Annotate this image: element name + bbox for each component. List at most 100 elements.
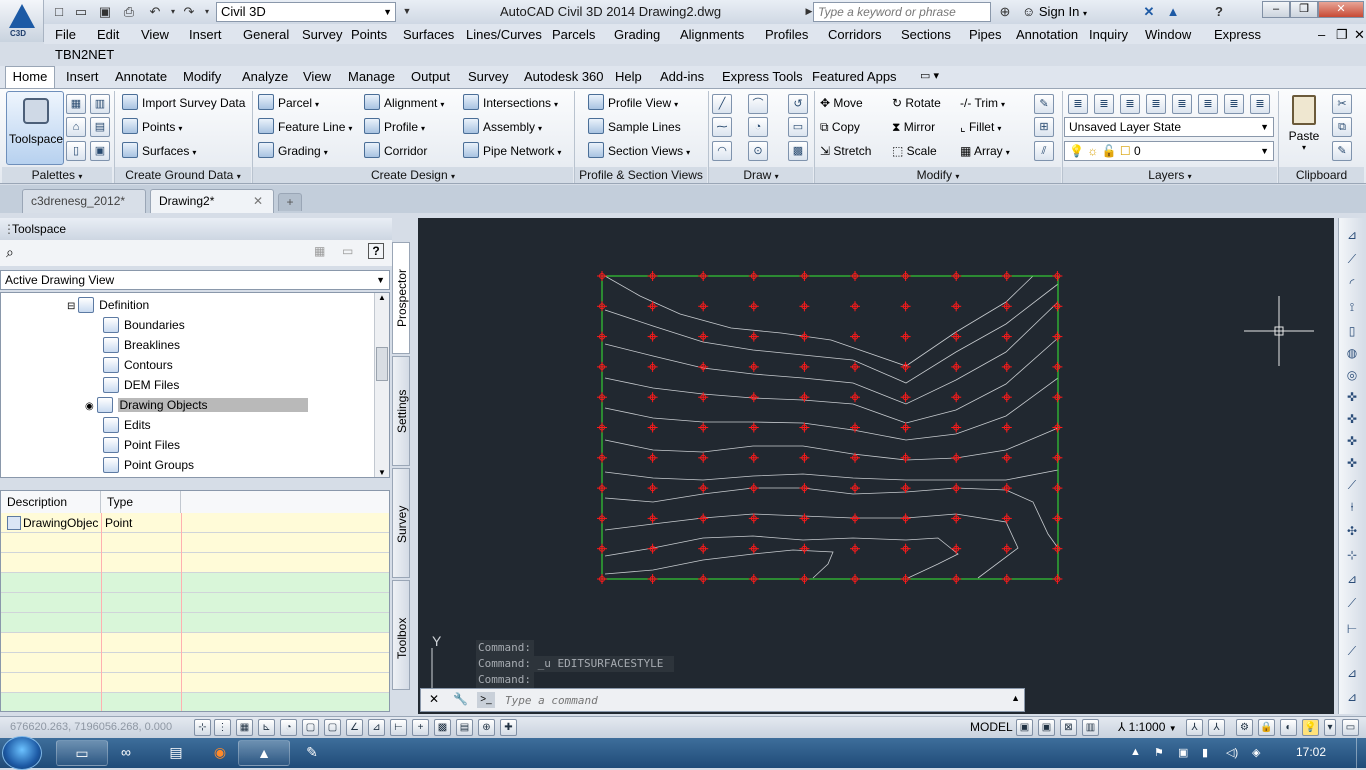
object-snap-icon[interactable]: ▢ [302, 719, 319, 736]
polar-tracking-icon[interactable]: ◔ [280, 719, 297, 736]
points-button[interactable]: Points ▾ [122, 117, 182, 137]
menu-file[interactable]: File [55, 27, 76, 42]
profile-button[interactable]: Profile ▾ [364, 117, 425, 137]
tree-item-definition[interactable]: ⊟ Definition [67, 296, 149, 314]
toolspace-button[interactable]: Toolspace [6, 91, 64, 165]
windows-start-button[interactable] [2, 736, 42, 770]
close-button[interactable]: ✕ [1318, 1, 1364, 18]
volume-icon[interactable]: ◁) [1226, 746, 1238, 759]
print-icon[interactable]: ⎙ [120, 3, 138, 20]
intersections-button[interactable]: Intersections ▾ [463, 93, 558, 113]
scroll-down-icon[interactable]: ▼ [378, 468, 386, 477]
layer-properties-icon[interactable]: ≣ [1068, 94, 1088, 114]
tree-item-point-files[interactable]: Point Files [103, 436, 180, 454]
baseline-icon[interactable]: ✜ [1343, 410, 1361, 428]
side-tab-settings[interactable]: Settings [392, 356, 410, 466]
panel-profile-section-views[interactable]: Profile & Section Views [575, 167, 707, 183]
clock[interactable]: 17:02 [1296, 745, 1326, 759]
menu-points[interactable]: Points [351, 27, 387, 42]
panel-create-ground-data[interactable]: Create Ground Data ▾ [115, 167, 251, 183]
infer-constraints-icon[interactable]: ⊹ [194, 719, 211, 736]
annotation-visibility-icon[interactable]: ⅄ [1186, 719, 1203, 736]
layer-match-icon[interactable]: ≣ [1094, 94, 1114, 114]
cut-icon[interactable]: ✂ [1332, 94, 1352, 114]
jogged-linear-icon[interactable]: ⊿ [1343, 570, 1361, 588]
trim-button[interactable]: -/- Trim ▾ [960, 93, 1005, 113]
snap-mode-icon[interactable]: ⋮ [214, 719, 231, 736]
quick-view-layouts-icon[interactable]: ▣ [1016, 719, 1033, 736]
workspace-switching-icon[interactable]: ⚙ [1236, 719, 1253, 736]
center-mark-icon[interactable]: ✣ [1343, 522, 1361, 540]
feature-line-button[interactable]: Feature Line ▾ [258, 117, 352, 137]
application-menu-button[interactable]: C3D [0, 0, 44, 42]
table-row[interactable]: DrawingObjec Point [1, 513, 389, 533]
tab-addins[interactable]: Add-ins [660, 69, 704, 84]
dimension-break-icon[interactable]: ⟋ [1343, 476, 1361, 494]
match-properties-icon[interactable]: ✎ [1332, 141, 1352, 161]
dynamic-ucs-icon[interactable]: ⊿ [368, 719, 385, 736]
tab-manage[interactable]: Manage [348, 69, 395, 84]
panorama-palette-icon[interactable]: ▯ [66, 141, 86, 161]
parcel-button[interactable]: Parcel ▾ [258, 93, 319, 113]
arc-icon[interactable]: ◠ [712, 141, 732, 161]
dimension-linear-icon[interactable]: ⊿ [1343, 226, 1361, 244]
erase-icon[interactable]: ✎ [1034, 94, 1054, 114]
ellipse-icon[interactable]: ⊙ [748, 141, 768, 161]
ribbon-minimize-icon[interactable]: ▭ ▾ [920, 69, 939, 82]
search-icon[interactable]: ⌕ [6, 244, 14, 261]
hardware-accel-icon[interactable]: ◐ [1280, 719, 1297, 736]
menu-insert[interactable]: Insert [189, 27, 222, 42]
section-views-button[interactable]: Section Views ▾ [588, 141, 690, 161]
quick-properties-icon[interactable]: ▤ [456, 719, 473, 736]
corridor-button[interactable]: Corridor [364, 141, 427, 161]
dimension-radius-icon[interactable]: ▯ [1343, 322, 1361, 340]
continue-icon[interactable]: ✜ [1343, 432, 1361, 450]
search-input[interactable]: Type a keyword or phrase [813, 2, 991, 22]
menu-surfaces[interactable]: Surfaces [403, 27, 454, 42]
survey-palette-icon[interactable]: ⌂ [66, 117, 86, 137]
menu-parcels[interactable]: Parcels [552, 27, 595, 42]
toolbar-lock-icon[interactable]: 🔒 [1258, 719, 1275, 736]
tab-help[interactable]: Help [615, 69, 642, 84]
doc-minimize-icon[interactable]: – [1318, 27, 1325, 42]
coordinate-readout[interactable]: 676620.263, 7196056.268, 0.000 [10, 721, 172, 733]
new-tab-button[interactable]: + [278, 193, 302, 211]
ortho-mode-icon[interactable]: ⊾ [258, 719, 275, 736]
taskbar-app2-icon[interactable]: ∞ [100, 740, 152, 766]
scroll-up-icon[interactable]: ▲ [378, 293, 386, 302]
tree-item-contours[interactable]: Contours [103, 356, 173, 374]
panel-create-design[interactable]: Create Design ▾ [253, 167, 573, 183]
annotation-monitor-icon[interactable]: ✚ [500, 719, 517, 736]
array-button[interactable]: ▦ Array ▾ [960, 141, 1010, 161]
status-menu-icon[interactable]: ▾ [1324, 719, 1336, 736]
close-icon[interactable]: ✕ [429, 692, 439, 706]
prospector-palette-icon[interactable]: ▦ [66, 94, 86, 114]
minimize-button[interactable]: – [1262, 1, 1290, 18]
pan-icon[interactable]: ⊠ [1060, 719, 1077, 736]
menu-sections[interactable]: Sections [901, 27, 951, 42]
dimension-space-icon[interactable]: ✜ [1343, 454, 1361, 472]
layer-freeze-icon[interactable]: ≣ [1198, 94, 1218, 114]
grading-button[interactable]: Grading ▾ [258, 141, 328, 161]
zoom-icon[interactable]: ▥ [1082, 719, 1099, 736]
dimension-aligned-icon[interactable]: ⟋ [1343, 250, 1361, 268]
doc-restore-icon[interactable]: ❐ [1336, 27, 1348, 43]
menu-inquiry[interactable]: Inquiry [1089, 27, 1128, 42]
layer-off-icon[interactable]: ≣ [1172, 94, 1192, 114]
exchange-icon[interactable]: ✕ [1140, 3, 1158, 20]
chevron-up-icon[interactable]: ▲ [1011, 693, 1020, 703]
undo-icon[interactable]: ↶ [146, 3, 164, 20]
tab-autodesk360[interactable]: Autodesk 360 [524, 69, 604, 84]
move-button[interactable]: ✥ Move [820, 93, 863, 113]
profile-view-button[interactable]: Profile View ▾ [588, 93, 678, 113]
wrench-icon[interactable]: 🔧 [453, 692, 468, 706]
selection-cycling-icon[interactable]: ⊕ [478, 719, 495, 736]
menu-alignments[interactable]: Alignments [680, 27, 744, 42]
tree-item-dem-files[interactable]: DEM Files [103, 376, 179, 394]
a360-icon[interactable]: ▲ [1164, 3, 1182, 20]
isolate-objects-icon[interactable]: 💡 [1302, 719, 1319, 736]
tab-output[interactable]: Output [411, 69, 450, 84]
menu-general[interactable]: General [243, 27, 289, 42]
toggle-view-icon[interactable]: ▭ [342, 244, 353, 258]
toolspace-header[interactable]: ⋮ Toolspace [0, 218, 392, 240]
